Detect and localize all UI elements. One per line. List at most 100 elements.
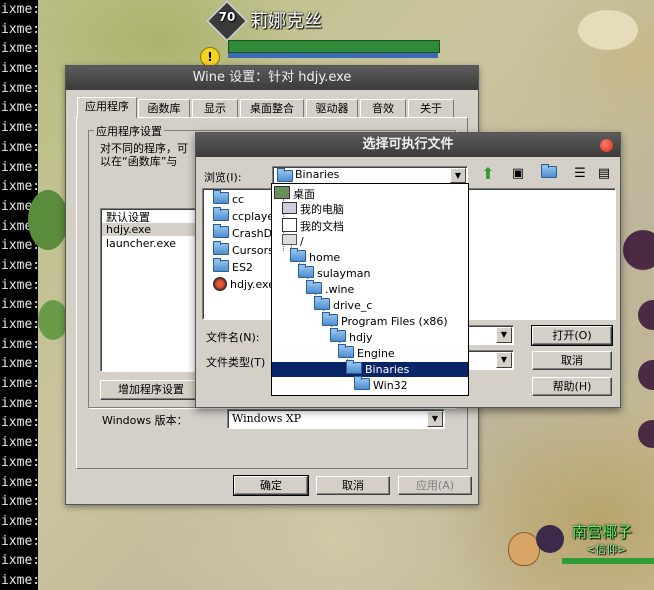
new-folder-icon[interactable] [540,164,560,184]
window-title[interactable]: Wine 设置：针对 hdjy.exe [66,66,478,90]
list-item[interactable]: hdjy.exe [213,277,275,293]
cancel-button[interactable]: 取消 [316,476,390,495]
terminal-line: ixme: [1,139,38,155]
terminal-line: ixme: [1,553,38,569]
drive-icon [282,234,297,245]
dialog-title[interactable]: 选择可执行文件 [196,133,620,157]
terminal-line: ixme: [1,376,38,392]
enemy-marker-icon[interactable] [638,300,654,330]
tree-item-win32[interactable]: Win32 [272,376,468,393]
teammate-health-bar [562,558,654,564]
terminal-line: ixme: [1,533,38,549]
folder-icon [298,264,314,278]
tree-item-binaries[interactable]: Binaries [272,360,468,377]
details-view-icon[interactable]: ▤ [594,164,614,184]
folder-icon [314,296,330,310]
up-folder-icon[interactable]: ⬆ [478,164,498,184]
enemy-marker-icon[interactable] [623,230,654,270]
cancel-button[interactable]: 取消 [532,351,612,370]
filename-label: 文件名(N): [206,331,260,344]
terminal-line: ixme: [1,159,38,175]
app-list[interactable]: 默认设置 hdjy.exe launcher.exe [100,208,198,372]
chevron-down-icon[interactable]: ▼ [496,352,512,368]
folder-icon [213,190,229,204]
tab-audio[interactable]: 音效 [360,99,406,117]
tree-item-computer[interactable]: 我的电脑 [272,202,468,217]
documents-icon [282,218,297,232]
tree-item-drive-c[interactable]: drive_c [272,296,468,313]
alert-icon[interactable]: ! [200,47,220,67]
terminal-line: ixme: [1,494,38,510]
terminal-line: ixme: [1,513,38,529]
folder-icon [306,280,322,294]
list-item[interactable]: Cursors [213,241,274,259]
tree-item-program-files[interactable]: Program Files (x86) [272,312,468,329]
folder-icon [338,344,354,358]
list-item[interactable]: cc [213,190,244,208]
bush-decoration [28,190,68,250]
tree-item-documents[interactable]: 我的文档 [272,218,468,233]
terminal-line: ixme: [1,395,38,411]
windows-version-select[interactable]: Windows XP ▼ [227,409,445,429]
tab-desktop-integration[interactable]: 桌面整合 [240,99,304,117]
terminal-line: ixme: [1,336,38,352]
apply-button[interactable]: 应用(A) [398,476,472,495]
group-label: 应用程序设置 [94,123,164,139]
enemy-marker-icon[interactable] [638,360,654,390]
computer-icon [282,202,297,214]
list-item-selected[interactable]: hdjy.exe [102,223,198,236]
tab-graphics[interactable]: 显示 [192,99,238,117]
tree-item-root[interactable]: / [272,234,468,249]
chevron-down-icon[interactable]: ▼ [450,168,466,183]
terminal-line: ixme: [1,297,38,313]
folder-icon [213,207,229,221]
terminal-line: ixme: [1,41,38,57]
exe-icon [213,277,227,291]
tab-about[interactable]: 关于 [408,99,454,117]
list-view-icon[interactable]: ☰ [570,164,590,184]
folder-icon [277,168,296,184]
player-avatar [536,525,564,553]
terminal-line: ixme: [1,179,38,195]
enemy-marker-icon[interactable] [638,420,654,448]
windows-version-label: Windows 版本： [102,414,188,427]
tab-applications[interactable]: 应用程序 [77,97,137,118]
terminal-line: ixme: [1,277,38,293]
chevron-down-icon[interactable]: ▼ [427,411,443,427]
directory-tree-dropdown[interactable]: 桌面 我的电脑 我的文档 / home sulayman .wine drive… [271,183,469,396]
add-app-button[interactable]: 增加程序设置 [100,380,202,400]
tree-item-home[interactable]: home [272,248,468,265]
ok-button[interactable]: 确定 [233,475,309,496]
tab-libraries[interactable]: 函数库 [138,99,190,117]
tree-item-hdjy[interactable]: hdjy [272,328,468,345]
rock-decoration [578,10,638,50]
folder-icon [354,376,370,390]
tree-item-wine[interactable]: .wine [272,280,468,297]
desktop-icon [274,186,290,199]
desktop-icon[interactable]: ▣ [508,164,528,184]
terminal-line: ixme: [1,100,38,116]
teammate-tag: <信仰> [586,543,627,556]
tree-item-sulayman[interactable]: sulayman [272,264,468,281]
tab-drives[interactable]: 驱动器 [306,99,358,117]
list-item[interactable]: launcher.exe [106,237,176,250]
folder-icon [346,360,362,374]
filetype-label: 文件类型(T) [206,356,266,369]
tree-item-engine[interactable]: Engine [272,344,468,361]
folder-icon [213,241,229,255]
terminal-line: ixme: [1,80,38,96]
select-value: Windows XP [232,412,302,425]
folder-icon [213,224,229,238]
folder-icon [290,248,306,262]
list-item[interactable]: ccplayer [213,207,279,225]
terminal-line: ixme: [1,120,38,136]
tree-item-desktop[interactable]: 桌面 [272,186,468,201]
chevron-down-icon[interactable]: ▼ [496,327,512,343]
close-icon[interactable] [600,139,613,152]
terminal-line: ixme: [1,454,38,470]
list-item[interactable]: ES2 [213,258,253,276]
terminal-panel: ixme: ixme: ixme: ixme: ixme: ixme: ixme… [0,0,38,590]
player-name: 莉娜克丝 [250,11,322,32]
help-button[interactable]: 帮助(H) [532,377,612,396]
open-button[interactable]: 打开(O) [531,325,613,346]
